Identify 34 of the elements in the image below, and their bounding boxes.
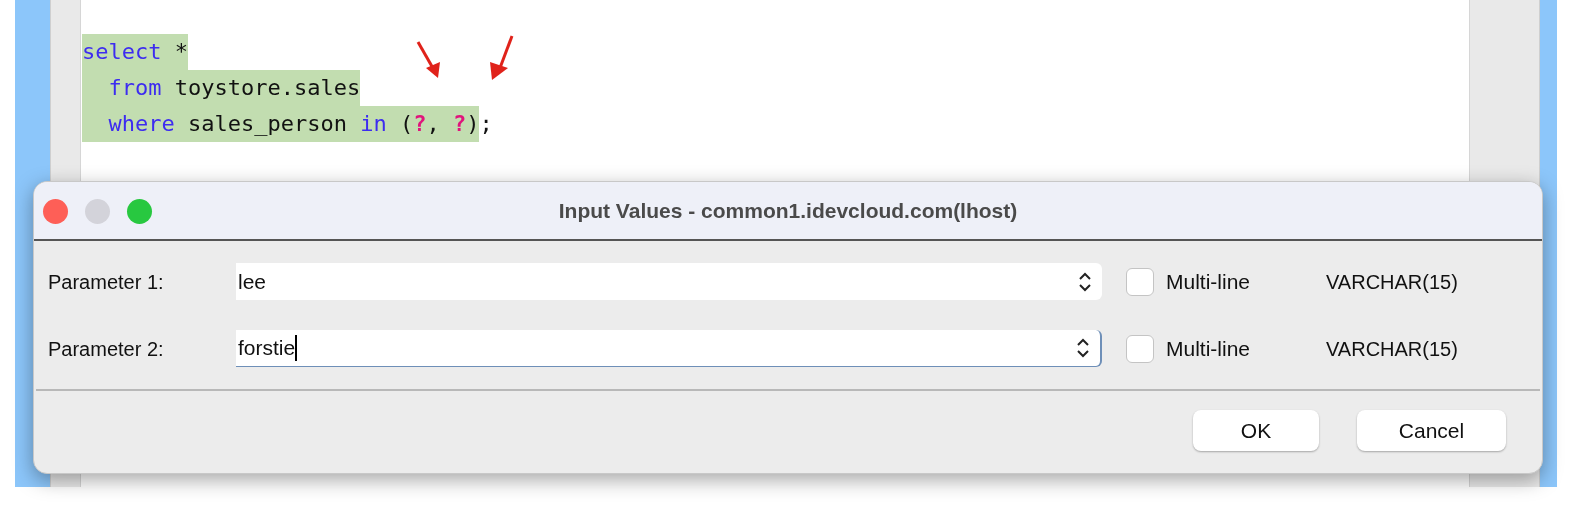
code-token: * (161, 34, 188, 70)
text-caret (295, 335, 298, 361)
code-token: sales_person (174, 106, 361, 142)
code-token: ? (413, 106, 427, 142)
dialog-button[interactable]: Cancel (1357, 410, 1506, 451)
checkbox[interactable] (1126, 334, 1154, 363)
code-token: ) (466, 106, 480, 142)
dialog-button[interactable]: OK (1193, 410, 1319, 451)
parameter-label: Parameter 1: (48, 269, 165, 295)
parameter-combo-field[interactable]: forstie (236, 330, 1102, 367)
field-value: lee (238, 268, 268, 295)
stepper-icon (1076, 338, 1090, 358)
zoom-button[interactable] (127, 199, 152, 224)
window-title: Input Values - common1.idevcloud.com(lhost) (558, 197, 1018, 224)
field-value: forstie (238, 334, 299, 363)
code-token: where (108, 106, 175, 142)
code-token: ; (479, 110, 493, 138)
code-token: toystore.sales (161, 70, 361, 106)
close-button[interactable] (43, 199, 68, 224)
arrow-icon (414, 40, 442, 80)
code-token: ( (386, 106, 414, 142)
type-label: VARCHAR(15) (1326, 269, 1458, 295)
arrow-icon (488, 34, 516, 82)
checkbox-label: Multi-line (1166, 335, 1252, 362)
checkbox[interactable] (1126, 267, 1154, 296)
parameter-label: Parameter 2: (48, 336, 165, 362)
type-label: VARCHAR(15) (1326, 336, 1458, 362)
parameter-combo-field[interactable]: lee (236, 263, 1102, 300)
checkbox-label: Multi-line (1166, 268, 1252, 295)
code-token: , (426, 106, 453, 142)
code-token: select (82, 34, 162, 70)
stepper-icon (1078, 271, 1092, 292)
code-token: in (360, 106, 387, 142)
code-token: from (108, 70, 162, 106)
